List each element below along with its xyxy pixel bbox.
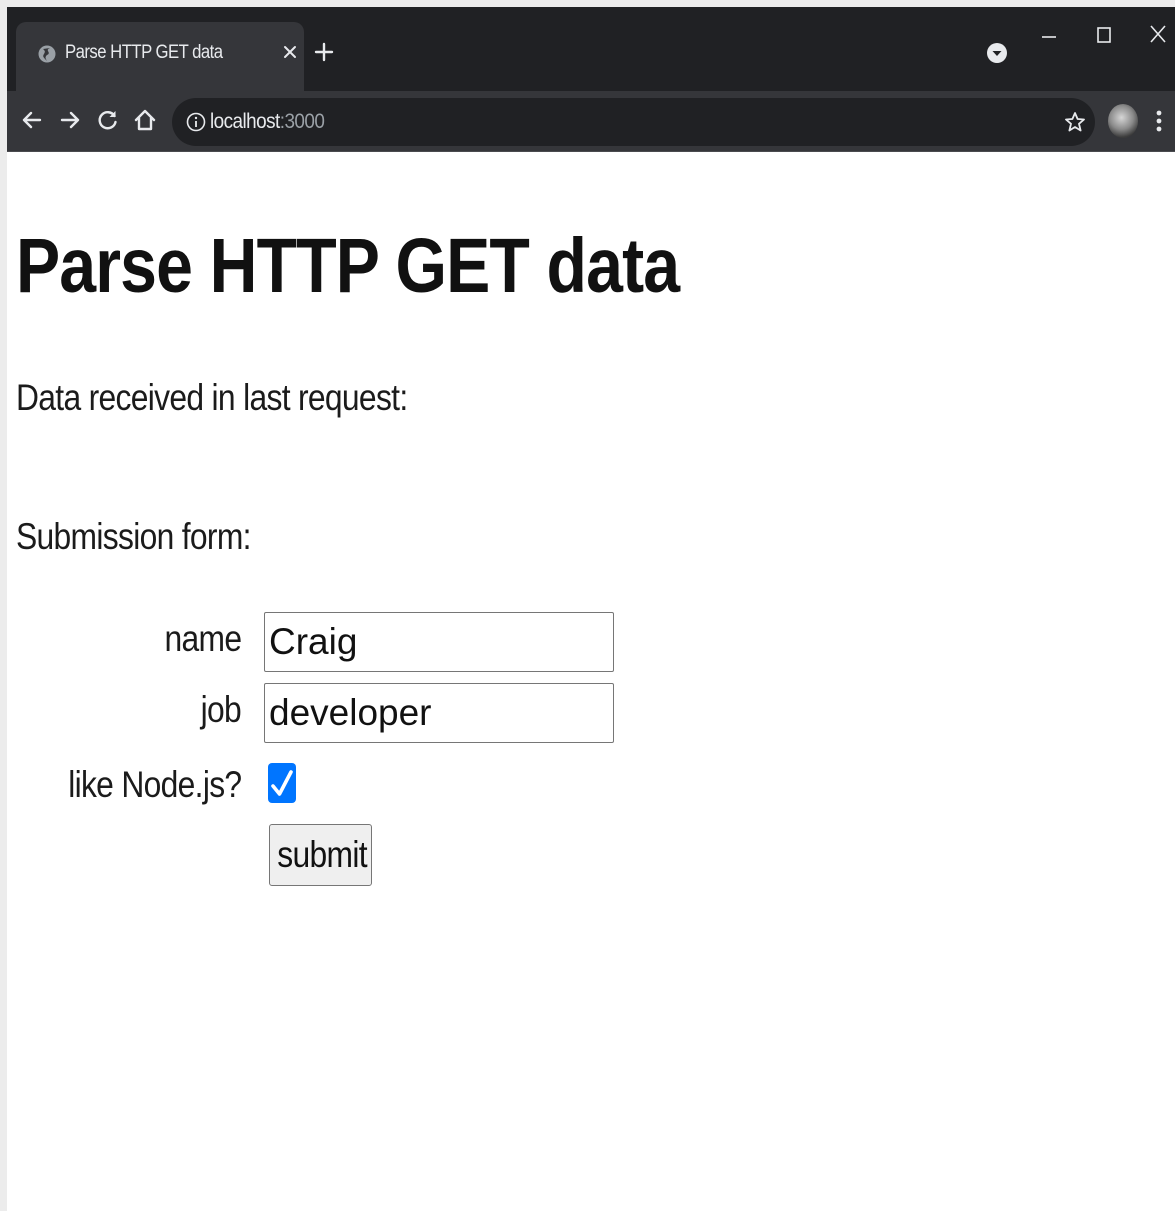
page-content: Parse HTTP GET data Data received in las… [7,152,1175,1211]
form-heading: Submission form: [16,516,251,557]
url-text[interactable]: localhost:3000 [210,110,325,134]
page-title: Parse HTTP GET data [16,223,680,309]
url-host: localhost [210,110,280,133]
tab-strip: Parse HTTP GET data [7,7,1175,91]
window-close-icon[interactable] [1146,21,1170,47]
name-label: name [164,618,242,659]
browser-window: Parse HTTP GET data localhost:3000 Parse… [7,7,1175,1211]
info-icon[interactable] [186,112,206,132]
chevron-down-icon[interactable] [985,41,1009,65]
submit-button-label: submit [277,834,367,875]
name-input[interactable] [264,612,614,672]
data-received-label: Data received in last request: [16,377,408,418]
tab-title: Parse HTTP GET data [65,42,223,63]
plus-icon[interactable] [312,40,336,64]
kebab-menu-icon[interactable] [1147,107,1171,135]
maximize-icon[interactable] [1092,23,1116,47]
tab-active[interactable]: Parse HTTP GET data [16,22,304,91]
forward-arrow-icon[interactable] [57,107,83,133]
avatar[interactable] [1108,104,1138,138]
reload-icon[interactable] [95,107,121,133]
submit-button[interactable]: submit [269,824,372,886]
globe-icon [38,45,56,63]
minimize-icon[interactable] [1037,25,1061,49]
back-arrow-icon[interactable] [19,107,45,133]
checkmark-icon [271,770,293,796]
like-node-label: like Node.js? [67,764,242,805]
url-port: :3000 [279,110,325,133]
address-bar[interactable]: localhost:3000 [172,98,1095,146]
job-label: job [200,689,242,730]
job-input[interactable] [264,683,614,743]
home-icon[interactable] [132,107,158,133]
like-node-checkbox[interactable] [268,763,296,803]
close-icon[interactable] [278,40,302,64]
browser-toolbar: localhost:3000 [7,91,1175,151]
star-icon[interactable] [1063,110,1087,134]
